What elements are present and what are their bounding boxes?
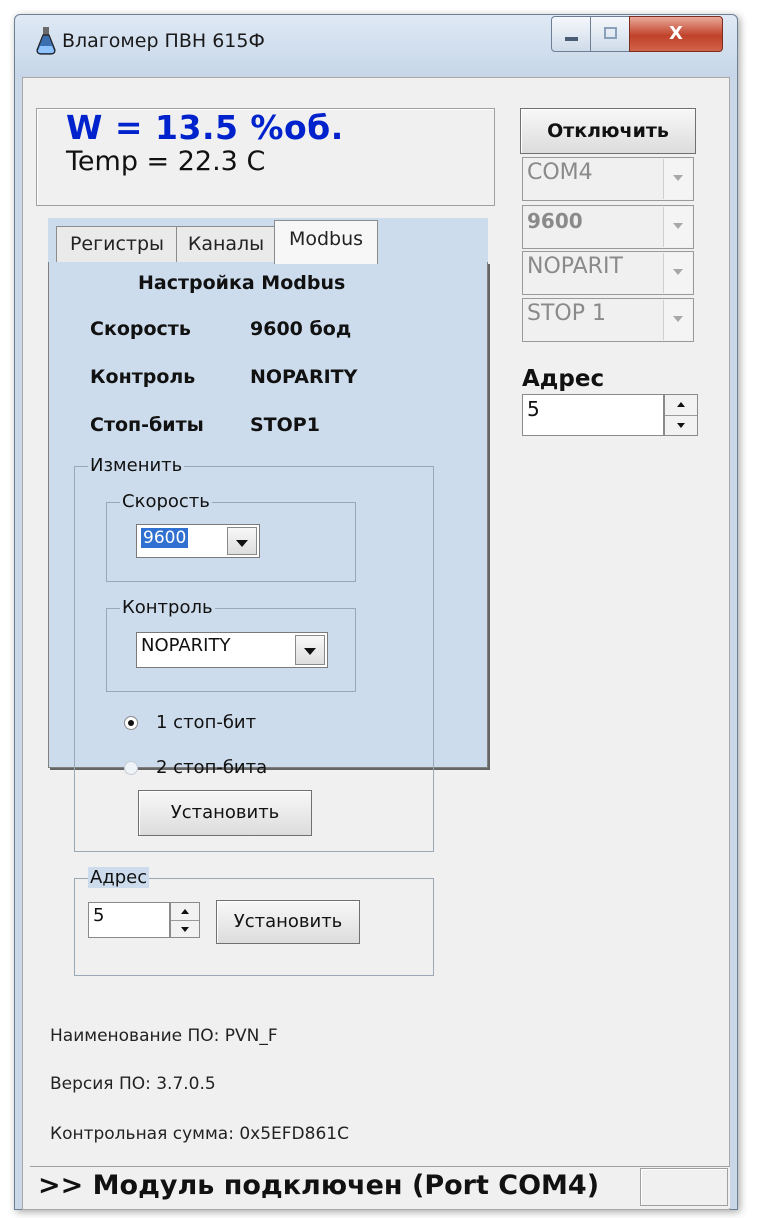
chevron-down-icon[interactable] (295, 635, 325, 665)
baud-value: 9600 (527, 209, 583, 233)
spin-up-icon[interactable] (665, 395, 697, 416)
chevron-down-icon[interactable] (663, 159, 692, 199)
port-value: COM4 (527, 160, 593, 185)
parity-value: NOPARITY (250, 366, 358, 388)
speed-combo-value: 9600 (141, 528, 189, 548)
port-select[interactable]: COM4 (522, 157, 694, 201)
stop1-label[interactable]: 1 стоп-бит (156, 712, 256, 733)
modbus-address-input[interactable]: 5 (88, 902, 170, 938)
spin-down-icon[interactable] (665, 415, 697, 435)
spin-down-icon[interactable] (171, 920, 199, 937)
stopbits-value: STOP 1 (527, 301, 606, 326)
close-button[interactable]: X (629, 16, 723, 52)
chevron-down-icon[interactable] (663, 253, 692, 293)
address-group-label: Адрес (88, 867, 150, 888)
speed-value: 9600 бод (250, 318, 352, 340)
chevron-down-icon[interactable] (663, 300, 692, 340)
software-name: Наименование ПО: PVN_F (50, 1026, 278, 1046)
tab-registers[interactable]: Регистры (56, 226, 178, 262)
set-address-button[interactable]: Установить (216, 900, 360, 944)
stopbits-select[interactable]: STOP 1 (522, 298, 694, 342)
set-serial-button[interactable]: Установить (138, 790, 312, 836)
minimize-button[interactable] (551, 16, 591, 52)
software-version: Версия ПО: 3.7.0.5 (50, 1074, 216, 1094)
tab-modbus[interactable]: Modbus (274, 220, 378, 264)
tab-channels[interactable]: Каналы (176, 226, 276, 262)
chevron-down-icon[interactable] (663, 207, 692, 247)
chevron-down-icon[interactable] (227, 527, 257, 555)
modbus-heading: Настройка Modbus (138, 272, 346, 294)
speed-combo[interactable]: 9600 (136, 524, 260, 558)
stop2-radio[interactable] (124, 761, 138, 775)
disconnect-button[interactable]: Отключить (520, 108, 696, 154)
maximize-icon (604, 27, 617, 39)
moisture-reading: W = 13.5 %об. (66, 108, 344, 147)
parity-value: NOPARIT (527, 254, 623, 279)
window-title: Влагомер ПВН 615Ф (62, 30, 265, 52)
status-message: >> Модуль подключен (Port COM4) (38, 1170, 600, 1201)
stop2-label[interactable]: 2 стоп-бита (156, 757, 267, 778)
address-spinner[interactable] (664, 394, 698, 436)
change-group-label: Изменить (88, 455, 185, 476)
close-icon: X (669, 23, 683, 44)
stop1-radio[interactable] (124, 716, 138, 730)
address-input[interactable]: 5 (522, 394, 664, 436)
minimize-icon (565, 37, 578, 41)
speed-label: Скорость (90, 318, 191, 340)
modbus-address-spinner[interactable] (170, 902, 200, 938)
parity-combo-value: NOPARITY (141, 635, 231, 656)
stopbits-label: Стоп-биты (90, 414, 204, 436)
software-checksum: Контрольная сумма: 0x5EFD861C (50, 1124, 349, 1144)
flask-icon (34, 26, 58, 56)
parity-group-label: Контроль (120, 597, 215, 618)
maximize-button[interactable] (590, 16, 630, 52)
speed-group-label: Скорость (120, 491, 212, 512)
parity-label: Контроль (90, 366, 196, 388)
temperature-reading: Temp = 22.3 C (66, 146, 266, 177)
status-cell (640, 1168, 728, 1206)
stopbits-value: STOP1 (250, 414, 320, 436)
address-label: Адрес (522, 366, 605, 392)
parity-combo[interactable]: NOPARITY (136, 632, 328, 668)
spin-up-icon[interactable] (171, 903, 199, 921)
baud-select[interactable]: 9600 (522, 205, 694, 249)
parity-select[interactable]: NOPARIT (522, 251, 694, 295)
